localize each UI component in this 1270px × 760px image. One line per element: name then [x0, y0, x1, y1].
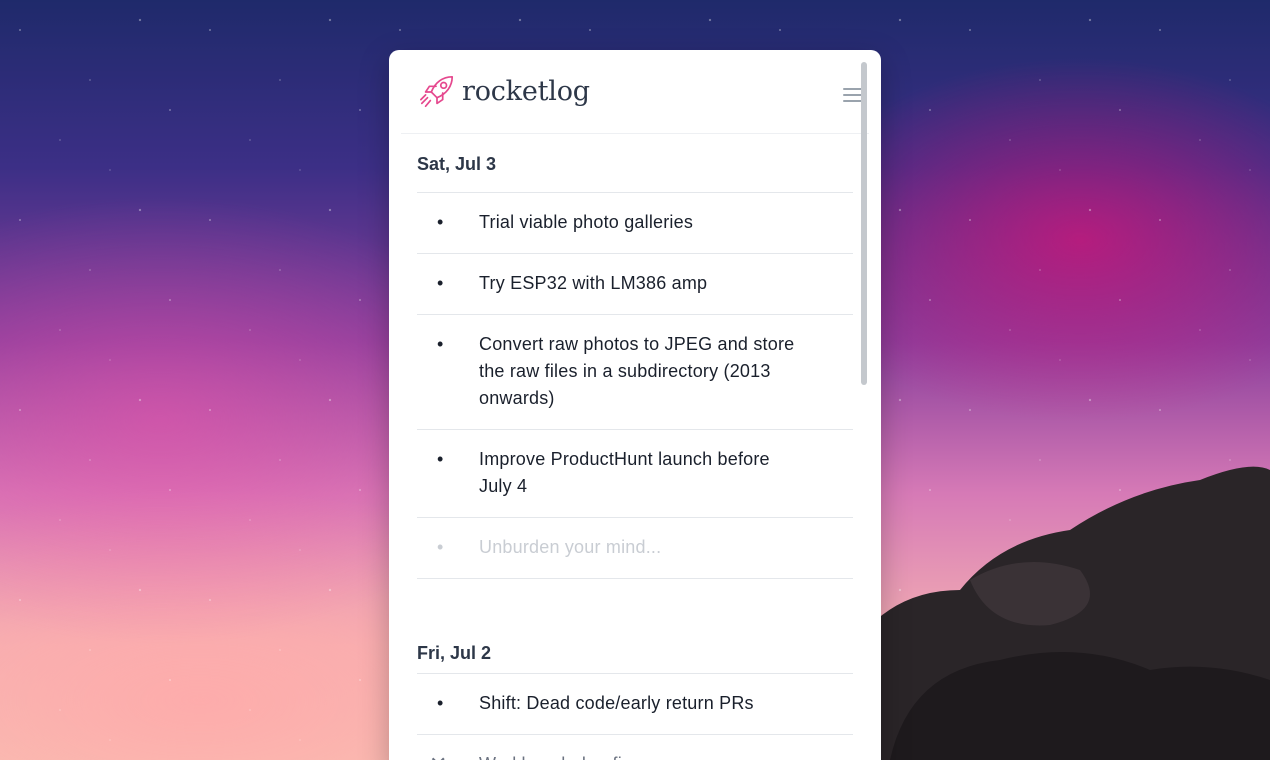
- journal-panel: rocketlog Sat, Jul 3 • Trial viable phot…: [389, 50, 881, 760]
- entry-text[interactable]: Trial viable photo galleries: [479, 209, 799, 236]
- list-item[interactable]: ✕ Workbench: bugfixes: [417, 735, 853, 760]
- day-heading: Fri, Jul 2: [417, 635, 853, 674]
- app-logo[interactable]: rocketlog: [418, 73, 590, 111]
- list-item[interactable]: • Try ESP32 with LM386 amp: [417, 254, 853, 315]
- list-item[interactable]: • Improve ProductHunt launch before July…: [417, 430, 853, 518]
- list-item[interactable]: • Shift: Dead code/early return PRs: [417, 674, 853, 735]
- close-icon[interactable]: ✕: [417, 751, 479, 760]
- app-name: rocketlog: [462, 76, 590, 107]
- entry-text[interactable]: Try ESP32 with LM386 amp: [479, 270, 799, 297]
- bullet-icon[interactable]: •: [417, 331, 479, 412]
- app-header: rocketlog: [401, 50, 869, 134]
- rocket-icon: [419, 75, 454, 107]
- entry-text[interactable]: Workbench: bugfixes: [479, 751, 799, 760]
- entry-text[interactable]: Convert raw photos to JPEG and store the…: [479, 331, 799, 412]
- entry-text[interactable]: Shift: Dead code/early return PRs: [479, 690, 799, 717]
- bullet-icon[interactable]: •: [417, 270, 479, 297]
- list-item[interactable]: • Trial viable photo galleries: [417, 193, 853, 254]
- list-item[interactable]: • Convert raw photos to JPEG and store t…: [417, 315, 853, 430]
- bullet-icon[interactable]: •: [417, 209, 479, 236]
- new-entry-input[interactable]: Unburden your mind...: [479, 534, 799, 561]
- journal-content: Sat, Jul 3 • Trial viable photo gallerie…: [417, 134, 853, 760]
- new-entry-row[interactable]: • Unburden your mind...: [417, 518, 853, 579]
- entry-text[interactable]: Improve ProductHunt launch before July 4: [479, 446, 799, 500]
- bullet-icon[interactable]: •: [417, 690, 479, 717]
- scrollbar-thumb[interactable]: [861, 62, 867, 385]
- bullet-icon: •: [437, 537, 444, 557]
- background-rocks: [850, 466, 1270, 760]
- bullet-icon[interactable]: •: [417, 446, 479, 500]
- day-heading: Sat, Jul 3: [417, 134, 853, 193]
